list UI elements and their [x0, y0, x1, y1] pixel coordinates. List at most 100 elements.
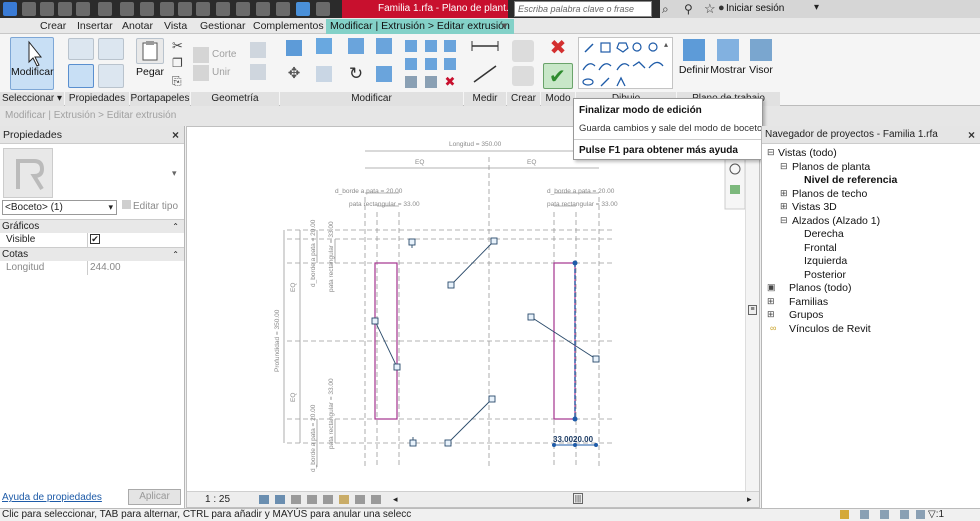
show-workplane-icon[interactable]: [717, 39, 739, 61]
constraints-icon[interactable]: [371, 495, 381, 504]
array-icon[interactable]: [405, 58, 417, 70]
switch-windows-icon[interactable]: [276, 2, 290, 16]
tab-gestionar[interactable]: Gestionar: [196, 19, 250, 34]
copy-element-icon[interactable]: [316, 66, 332, 82]
grip-point[interactable]: [573, 443, 577, 447]
tab-complementos[interactable]: Complementos: [249, 19, 328, 34]
text-icon[interactable]: [178, 2, 192, 16]
geometry-tool-2-icon[interactable]: [250, 64, 266, 80]
scroll-right-icon[interactable]: ▸: [747, 494, 752, 505]
define-label[interactable]: Definir: [677, 64, 711, 76]
tree-item-back[interactable]: Posterior: [804, 269, 846, 281]
expand-toggle-icon[interactable]: ⊞: [780, 188, 788, 199]
family-types-button[interactable]: [98, 38, 124, 60]
lock-icon[interactable]: [488, 395, 496, 403]
zoom-icon[interactable]: [730, 185, 740, 194]
redo-icon[interactable]: [98, 2, 112, 16]
tree-item-front[interactable]: Frontal: [804, 242, 837, 254]
undo-icon[interactable]: [76, 2, 90, 16]
trim-extend-icon[interactable]: [376, 66, 392, 82]
close-icon[interactable]: ×: [968, 126, 975, 144]
section-dimensions[interactable]: Cotas ⌃: [0, 247, 184, 261]
trim-corner-icon[interactable]: [425, 76, 437, 88]
expand-toggle-icon[interactable]: ⊞: [767, 296, 775, 307]
tree-item-groups[interactable]: Grupos: [789, 309, 823, 321]
dropdown-icon[interactable]: [316, 2, 330, 16]
copy-icon[interactable]: ❐: [172, 56, 188, 72]
tree-item-reference-level[interactable]: Nivel de referencia: [804, 174, 897, 186]
tree-item-families[interactable]: Familias: [789, 296, 828, 308]
visible-checkbox[interactable]: ✔: [90, 234, 100, 244]
type-selector[interactable]: <Boceto> (1) ▾: [2, 200, 117, 215]
tree-item-elevations[interactable]: Alzados (Alzado 1): [792, 215, 880, 227]
offset-icon[interactable]: [316, 38, 332, 54]
tree-item-sheets[interactable]: Planos (todo): [789, 282, 851, 294]
collapse-icon[interactable]: ⌃: [172, 248, 179, 262]
lock-icon[interactable]: [371, 317, 379, 325]
gallery-expand-icon[interactable]: ▴: [664, 40, 672, 56]
print-icon[interactable]: [120, 2, 134, 16]
cancel-edit-mode-icon[interactable]: ✖: [548, 38, 568, 58]
define-workplane-icon[interactable]: [683, 39, 705, 61]
dimension-icon[interactable]: [160, 2, 174, 16]
section-graphics[interactable]: Gráficos ⌃: [0, 219, 184, 233]
tree-item-right[interactable]: Derecha: [804, 228, 844, 240]
properties-help-link[interactable]: Ayuda de propiedades: [2, 492, 102, 503]
signin-button[interactable]: Iniciar sesión: [726, 3, 784, 14]
lock-icon[interactable]: [592, 355, 600, 363]
type-dropdown-icon[interactable]: ▾: [172, 168, 177, 179]
vertical-scrollbar[interactable]: ≡: [745, 127, 759, 491]
show-label[interactable]: Mostrar: [709, 64, 747, 76]
modify-button[interactable]: Modificar: [10, 37, 54, 90]
properties-palette-button[interactable]: [68, 64, 94, 88]
split-gap-icon[interactable]: [444, 40, 456, 52]
tree-item-ceiling-plans[interactable]: Planos de techo: [792, 188, 867, 200]
grip-point[interactable]: [572, 260, 578, 266]
select-underlay-icon[interactable]: [880, 510, 889, 519]
tab-anotar[interactable]: Anotar: [118, 19, 157, 34]
lock-icon[interactable]: [490, 237, 498, 245]
detail-level-icon[interactable]: [259, 495, 269, 504]
view-scale[interactable]: 1 : 25: [205, 494, 230, 505]
tree-item-left[interactable]: Izquierda: [804, 255, 847, 267]
sun-path-icon[interactable]: [291, 495, 301, 504]
delete-icon[interactable]: ✖: [444, 75, 456, 88]
type-properties-button[interactable]: [68, 38, 94, 60]
shadows-icon[interactable]: [307, 495, 317, 504]
unpin-icon[interactable]: [425, 58, 437, 70]
crop-region-icon[interactable]: [323, 495, 333, 504]
expand-toggle-icon[interactable]: ⊞: [780, 201, 788, 212]
tree-item-views[interactable]: Vistas (todo): [778, 147, 837, 159]
cut-icon[interactable]: ✂: [172, 38, 188, 54]
close-icon[interactable]: ×: [172, 126, 179, 144]
filter-icon[interactable]: ▽:1: [928, 509, 944, 521]
pin-icon[interactable]: [425, 40, 437, 52]
section-icon[interactable]: [216, 2, 230, 16]
binoculars-icon[interactable]: ⌕: [662, 2, 669, 17]
mirror-draw-icon[interactable]: [376, 38, 392, 54]
favorites-icon[interactable]: ☆: [704, 1, 716, 17]
tab-insertar[interactable]: Insertar: [73, 19, 117, 34]
collapse-toggle-icon[interactable]: ⊟: [780, 215, 788, 226]
scroll-thumb[interactable]: ≡: [748, 305, 757, 315]
scale-icon[interactable]: [405, 76, 417, 88]
chevron-down-icon[interactable]: ▾: [814, 2, 819, 13]
visual-style-icon[interactable]: [275, 495, 285, 504]
scroll-left-icon[interactable]: ◂: [393, 494, 398, 505]
dim-33-label[interactable]: 33.00: [553, 435, 574, 444]
split-icon[interactable]: [405, 40, 417, 52]
sketch-view[interactable]: Longitud = 350.00 EQ EQ d_borde a pata =…: [187, 127, 747, 491]
tab-crear[interactable]: Crear: [36, 19, 70, 34]
close-hidden-icon[interactable]: [256, 2, 270, 16]
grip-point[interactable]: [572, 416, 578, 422]
measure-icon[interactable]: [140, 2, 154, 16]
join-geometry-icon[interactable]: [193, 65, 209, 81]
tab-modificar-extrusion[interactable]: Modificar | Extrusión > Editar extrusión: [326, 19, 514, 34]
apply-button[interactable]: Aplicar: [128, 489, 181, 505]
grip-point[interactable]: [552, 443, 556, 447]
save-icon[interactable]: [40, 2, 54, 16]
lock-icon[interactable]: [408, 238, 416, 246]
search-input[interactable]: Escriba palabra clave o frase: [514, 1, 652, 17]
expand-toggle-icon[interactable]: ⊞: [767, 309, 775, 320]
collapse-icon[interactable]: ⌃: [172, 220, 179, 234]
